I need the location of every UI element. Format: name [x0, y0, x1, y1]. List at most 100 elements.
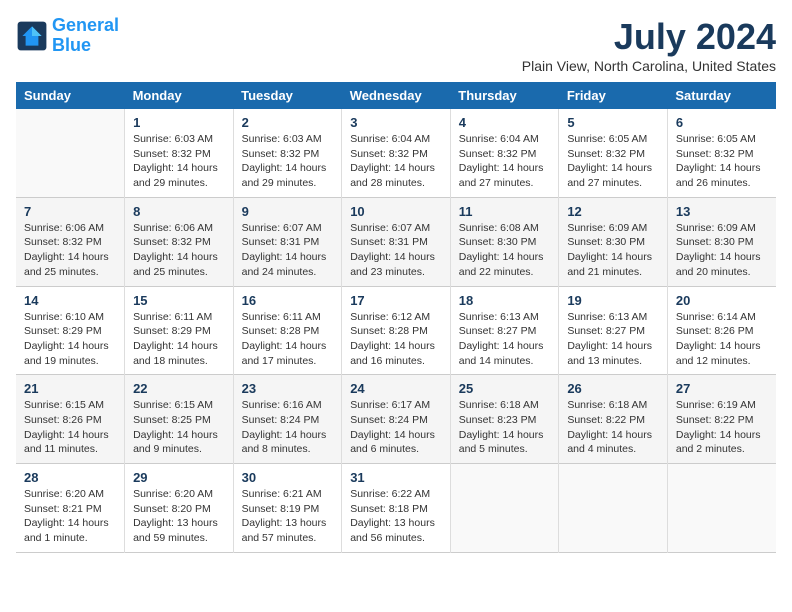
day-cell [450, 464, 559, 553]
day-info: Sunrise: 6:18 AMSunset: 8:22 PMDaylight:… [567, 398, 659, 457]
day-info: Sunrise: 6:20 AMSunset: 8:21 PMDaylight:… [24, 487, 116, 546]
week-row-3: 14 Sunrise: 6:10 AMSunset: 8:29 PMDayligh… [16, 286, 776, 375]
weekday-header-wednesday: Wednesday [342, 82, 451, 109]
day-cell: 29Sunrise: 6:20 AMSunset: 8:20 PMDayligh… [125, 464, 234, 553]
day-cell: 4 Sunrise: 6:04 AMSunset: 8:32 PMDaylight… [450, 109, 559, 197]
day-info: Sunrise: 6:05 AMSunset: 8:32 PMDaylight:… [676, 132, 768, 191]
day-number: 15 [133, 293, 225, 308]
day-number: 6 [676, 115, 768, 130]
logo: General Blue [16, 16, 119, 56]
day-number: 1 [133, 115, 225, 130]
week-row-2: 7 Sunrise: 6:06 AMSunset: 8:32 PMDaylight… [16, 197, 776, 286]
day-number: 17 [350, 293, 442, 308]
day-number: 8 [133, 204, 225, 219]
weekday-header-monday: Monday [125, 82, 234, 109]
day-number: 10 [350, 204, 442, 219]
day-number: 24 [350, 381, 442, 396]
day-number: 23 [242, 381, 334, 396]
day-info: Sunrise: 6:13 AMSunset: 8:27 PMDaylight:… [459, 310, 551, 369]
day-number: 25 [459, 381, 551, 396]
day-cell: 31Sunrise: 6:22 AMSunset: 8:18 PMDayligh… [342, 464, 451, 553]
day-info: Sunrise: 6:05 AMSunset: 8:32 PMDaylight:… [567, 132, 659, 191]
day-info: Sunrise: 6:16 AMSunset: 8:24 PMDaylight:… [242, 398, 334, 457]
day-cell: 8 Sunrise: 6:06 AMSunset: 8:32 PMDaylight… [125, 197, 234, 286]
weekday-header-row: SundayMondayTuesdayWednesdayThursdayFrid… [16, 82, 776, 109]
day-cell: 12Sunrise: 6:09 AMSunset: 8:30 PMDayligh… [559, 197, 668, 286]
day-number: 26 [567, 381, 659, 396]
day-info: Sunrise: 6:10 AMSunset: 8:29 PMDaylight:… [24, 310, 116, 369]
day-info: Sunrise: 6:07 AMSunset: 8:31 PMDaylight:… [350, 221, 442, 280]
day-number: 16 [242, 293, 334, 308]
day-cell: 16 Sunrise: 6:11 AMSunset: 8:28 PMDayligh… [233, 286, 342, 375]
day-number: 21 [24, 381, 116, 396]
day-number: 13 [676, 204, 768, 219]
day-cell: 28 Sunrise: 6:20 AMSunset: 8:21 PMDayligh… [16, 464, 125, 553]
day-cell [16, 109, 125, 197]
weekday-header-sunday: Sunday [16, 82, 125, 109]
week-row-4: 21 Sunrise: 6:15 AMSunset: 8:26 PMDayligh… [16, 375, 776, 464]
day-cell: 21 Sunrise: 6:15 AMSunset: 8:26 PMDayligh… [16, 375, 125, 464]
weekday-header-thursday: Thursday [450, 82, 559, 109]
day-cell: 3 Sunrise: 6:04 AMSunset: 8:32 PMDaylight… [342, 109, 451, 197]
weekday-header-saturday: Saturday [667, 82, 776, 109]
day-info: Sunrise: 6:15 AMSunset: 8:25 PMDaylight:… [133, 398, 225, 457]
day-number: 2 [242, 115, 334, 130]
day-cell: 25 Sunrise: 6:18 AMSunset: 8:23 PMDayligh… [450, 375, 559, 464]
day-cell: 13Sunrise: 6:09 AMSunset: 8:30 PMDayligh… [667, 197, 776, 286]
day-info: Sunrise: 6:06 AMSunset: 8:32 PMDaylight:… [133, 221, 225, 280]
day-cell: 19 Sunrise: 6:13 AMSunset: 8:27 PMDayligh… [559, 286, 668, 375]
day-info: Sunrise: 6:13 AMSunset: 8:27 PMDaylight:… [567, 310, 659, 369]
day-number: 31 [350, 470, 442, 485]
day-info: Sunrise: 6:19 AMSunset: 8:22 PMDaylight:… [676, 398, 768, 457]
day-cell: 6 Sunrise: 6:05 AMSunset: 8:32 PMDaylight… [667, 109, 776, 197]
day-cell: 23 Sunrise: 6:16 AMSunset: 8:24 PMDayligh… [233, 375, 342, 464]
day-cell [559, 464, 668, 553]
day-info: Sunrise: 6:18 AMSunset: 8:23 PMDaylight:… [459, 398, 551, 457]
day-cell: 7 Sunrise: 6:06 AMSunset: 8:32 PMDaylight… [16, 197, 125, 286]
day-cell: 18Sunrise: 6:13 AMSunset: 8:27 PMDayligh… [450, 286, 559, 375]
day-number: 11 [459, 204, 551, 219]
day-cell: 17Sunrise: 6:12 AMSunset: 8:28 PMDayligh… [342, 286, 451, 375]
weekday-header-tuesday: Tuesday [233, 82, 342, 109]
day-number: 9 [242, 204, 334, 219]
day-cell: 22 Sunrise: 6:15 AMSunset: 8:25 PMDayligh… [125, 375, 234, 464]
day-info: Sunrise: 6:04 AMSunset: 8:32 PMDaylight:… [350, 132, 442, 191]
calendar-subtitle: Plain View, North Carolina, United State… [522, 58, 776, 74]
day-cell: 27 Sunrise: 6:19 AMSunset: 8:22 PMDayligh… [667, 375, 776, 464]
day-info: Sunrise: 6:06 AMSunset: 8:32 PMDaylight:… [24, 221, 116, 280]
day-cell: 15Sunrise: 6:11 AMSunset: 8:29 PMDayligh… [125, 286, 234, 375]
logo-text: General Blue [52, 16, 119, 56]
day-info: Sunrise: 6:04 AMSunset: 8:32 PMDaylight:… [459, 132, 551, 191]
day-number: 27 [676, 381, 768, 396]
day-number: 3 [350, 115, 442, 130]
logo-line1: General [52, 15, 119, 35]
day-cell: 5 Sunrise: 6:05 AMSunset: 8:32 PMDaylight… [559, 109, 668, 197]
day-number: 28 [24, 470, 116, 485]
day-number: 30 [242, 470, 334, 485]
day-number: 22 [133, 381, 225, 396]
week-row-1: 1 Sunrise: 6:03 AMSunset: 8:32 PMDaylight… [16, 109, 776, 197]
day-number: 19 [567, 293, 659, 308]
calendar-title: July 2024 [522, 16, 776, 58]
day-number: 14 [24, 293, 116, 308]
day-cell: 30 Sunrise: 6:21 AMSunset: 8:19 PMDayligh… [233, 464, 342, 553]
day-cell: 14 Sunrise: 6:10 AMSunset: 8:29 PMDayligh… [16, 286, 125, 375]
day-info: Sunrise: 6:11 AMSunset: 8:28 PMDaylight:… [242, 310, 334, 369]
day-cell: 26 Sunrise: 6:18 AMSunset: 8:22 PMDayligh… [559, 375, 668, 464]
logo-icon [16, 20, 48, 52]
day-info: Sunrise: 6:03 AMSunset: 8:32 PMDaylight:… [242, 132, 334, 191]
day-cell: 2 Sunrise: 6:03 AMSunset: 8:32 PMDaylight… [233, 109, 342, 197]
logo-line2: Blue [52, 35, 91, 55]
page-header: General Blue July 2024 Plain View, North… [16, 16, 776, 74]
title-area: July 2024 Plain View, North Carolina, Un… [522, 16, 776, 74]
day-number: 4 [459, 115, 551, 130]
day-cell: 9Sunrise: 6:07 AMSunset: 8:31 PMDaylight… [233, 197, 342, 286]
week-row-5: 28 Sunrise: 6:20 AMSunset: 8:21 PMDayligh… [16, 464, 776, 553]
day-cell: 20Sunrise: 6:14 AMSunset: 8:26 PMDayligh… [667, 286, 776, 375]
day-info: Sunrise: 6:03 AMSunset: 8:32 PMDaylight:… [133, 132, 225, 191]
day-number: 5 [567, 115, 659, 130]
day-info: Sunrise: 6:21 AMSunset: 8:19 PMDaylight:… [242, 487, 334, 546]
day-info: Sunrise: 6:15 AMSunset: 8:26 PMDaylight:… [24, 398, 116, 457]
day-number: 7 [24, 204, 116, 219]
day-number: 29 [133, 470, 225, 485]
